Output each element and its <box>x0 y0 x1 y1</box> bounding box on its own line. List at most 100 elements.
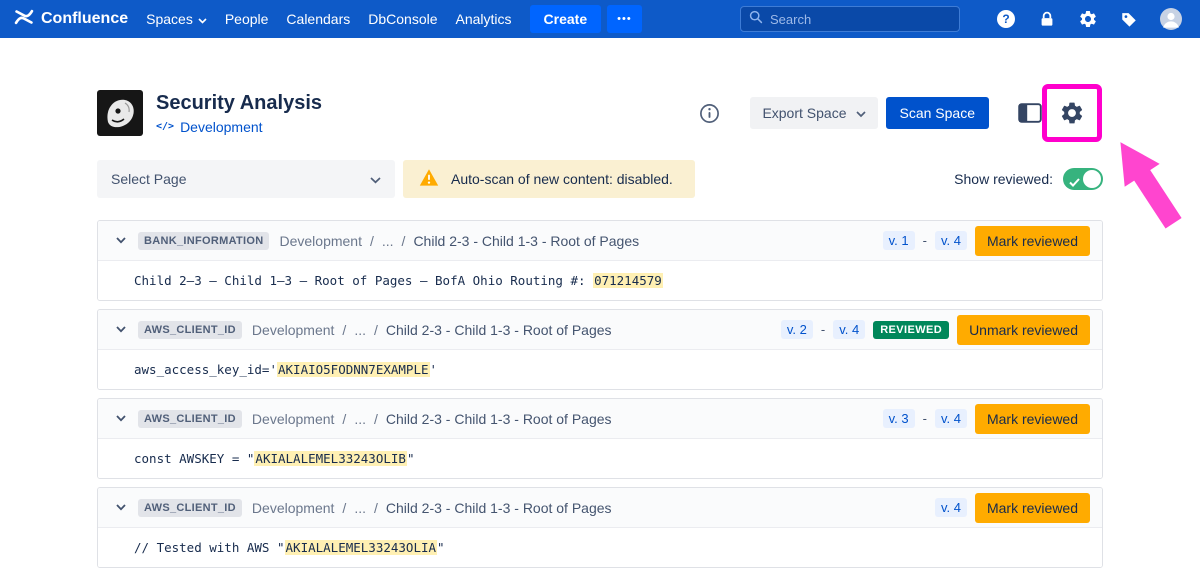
create-button[interactable]: Create <box>530 5 602 33</box>
nav-item-calendars[interactable]: Calendars <box>286 11 350 27</box>
nav-item-dbconsole[interactable]: DbConsole <box>368 11 437 27</box>
finding-actions: v. 1 - v. 4 Mark reviewed <box>883 226 1090 256</box>
header-actions: Export Space Scan Space <box>699 96 1103 130</box>
breadcrumb-ellipsis[interactable]: ... <box>382 233 394 249</box>
findings-list: BANK_INFORMATION Development / ... / Chi… <box>97 220 1103 568</box>
version-separator: - <box>923 411 927 426</box>
breadcrumb-ellipsis[interactable]: ... <box>354 322 366 338</box>
snippet-highlight: AKIAIO5FODNN7EXAMPLE <box>277 362 430 377</box>
finding-header: AWS_CLIENT_ID Development / ... / Child … <box>98 310 1102 350</box>
reviewed-status-badge: REVIEWED <box>873 321 949 339</box>
more-menu-button[interactable]: ••• <box>607 5 642 33</box>
breadcrumb-separator: / <box>342 411 346 427</box>
chevron-down-icon[interactable] <box>114 413 128 424</box>
breadcrumb-space-link[interactable]: Development <box>279 233 362 249</box>
breadcrumb-separator: / <box>374 411 378 427</box>
snippet-text: " <box>437 540 445 555</box>
chevron-down-icon <box>370 171 381 187</box>
nav-item-people[interactable]: People <box>225 11 269 27</box>
breadcrumb-page-link[interactable]: Child 2-3 - Child 1-3 - Root of Pages <box>413 233 639 249</box>
space-link[interactable]: Development <box>180 119 263 135</box>
breadcrumb-ellipsis[interactable]: ... <box>354 500 366 516</box>
main-content: Security Analysis </> Development Export… <box>97 90 1103 568</box>
finding-header: BANK_INFORMATION Development / ... / Chi… <box>98 221 1102 261</box>
chevron-down-icon[interactable] <box>114 235 128 246</box>
version-separator: - <box>821 322 825 337</box>
finding-snippet: const AWSKEY = "AKIALALEMEL33243OLIB" <box>98 439 1102 478</box>
version-from-link[interactable]: v. 1 <box>883 231 915 250</box>
breadcrumb-separator: / <box>374 500 378 516</box>
snippet-highlight: 071214579 <box>593 273 663 288</box>
snippet-text: ' <box>430 362 438 377</box>
version-separator: - <box>923 233 927 248</box>
finding-group-1: BANK_INFORMATION Development / ... / Chi… <box>97 220 1103 301</box>
space-subtitle: </> Development <box>156 119 322 135</box>
mark-reviewed-button[interactable]: Mark reviewed <box>975 226 1090 256</box>
search-input[interactable] <box>770 12 951 27</box>
search-box[interactable] <box>740 6 960 32</box>
version-to-link[interactable]: v. 4 <box>833 320 865 339</box>
snippet-text: Child 2–3 – Child 1–3 – Root of Pages – … <box>134 273 593 288</box>
finding-actions: v. 4 Mark reviewed <box>935 493 1090 523</box>
snippet-text: aws_access_key_id=' <box>134 362 277 377</box>
breadcrumb-page-link[interactable]: Child 2-3 - Child 1-3 - Root of Pages <box>386 500 612 516</box>
warning-icon <box>419 168 439 190</box>
finding-snippet: Child 2–3 – Child 1–3 – Root of Pages – … <box>98 261 1102 300</box>
check-icon <box>1069 174 1080 190</box>
breadcrumb-ellipsis[interactable]: ... <box>354 411 366 427</box>
space-avatar <box>97 90 143 136</box>
mark-reviewed-button[interactable]: Mark reviewed <box>975 493 1090 523</box>
finding-type-badge: AWS_CLIENT_ID <box>138 499 242 517</box>
page-tree-panel-button[interactable] <box>1013 96 1047 130</box>
chevron-down-icon[interactable] <box>114 502 128 513</box>
version-to-link[interactable]: v. 4 <box>935 409 967 428</box>
breadcrumb-space-link[interactable]: Development <box>252 322 335 338</box>
snippet-text: const AWSKEY = " <box>134 451 254 466</box>
mark-reviewed-button[interactable]: Mark reviewed <box>975 404 1090 434</box>
lock-icon[interactable] <box>1038 10 1056 28</box>
tag-icon[interactable] <box>1120 10 1138 28</box>
space-type-code-icon: </> <box>156 121 174 132</box>
export-space-button[interactable]: Export Space <box>750 97 877 129</box>
version-to-link[interactable]: v. 4 <box>935 231 967 250</box>
version-from-link[interactable]: v. 2 <box>781 320 813 339</box>
confluence-logo-icon <box>14 7 34 32</box>
page-header: Security Analysis </> Development Export… <box>97 90 1103 136</box>
svg-text:?: ? <box>1002 12 1009 26</box>
top-nav: Confluence Spaces People Calendars DbCon… <box>0 0 1200 38</box>
nav-item-spaces[interactable]: Spaces <box>146 11 207 27</box>
show-reviewed-label: Show reviewed: <box>954 171 1053 187</box>
nav-icon-group: ? <box>996 8 1182 30</box>
space-settings-gear-wrap <box>1055 96 1089 130</box>
show-reviewed-toggle[interactable] <box>1063 168 1103 190</box>
space-settings-gear-icon[interactable] <box>1055 96 1089 130</box>
chevron-down-icon[interactable] <box>114 324 128 335</box>
finding-header: AWS_CLIENT_ID Development / ... / Child … <box>98 399 1102 439</box>
finding-group-4: AWS_CLIENT_ID Development / ... / Child … <box>97 487 1103 568</box>
scan-space-button[interactable]: Scan Space <box>886 97 990 129</box>
breadcrumb-space-link[interactable]: Development <box>252 411 335 427</box>
snippet-highlight: AKIALALEMEL33243OLIB <box>254 451 407 466</box>
autoscan-warning-banner: Auto-scan of new content: disabled. <box>403 160 695 198</box>
finding-group-2: AWS_CLIENT_ID Development / ... / Child … <box>97 309 1103 390</box>
snippet-text: " <box>407 451 415 466</box>
breadcrumb-page-link[interactable]: Child 2-3 - Child 1-3 - Root of Pages <box>386 411 612 427</box>
confluence-brand[interactable]: Confluence <box>14 7 128 32</box>
breadcrumb: Development / ... / Child 2-3 - Child 1-… <box>252 500 612 516</box>
avatar[interactable] <box>1160 8 1182 30</box>
finding-type-badge: BANK_INFORMATION <box>138 232 269 250</box>
chevron-down-icon <box>198 11 207 27</box>
info-icon[interactable] <box>699 103 720 124</box>
gear-icon[interactable] <box>1078 9 1098 29</box>
nav-item-analytics[interactable]: Analytics <box>456 11 512 27</box>
help-icon[interactable]: ? <box>996 9 1016 29</box>
toolbar: Select Page Auto-scan of new content: di… <box>97 160 1103 198</box>
snippet-text: // Tested with AWS " <box>134 540 285 555</box>
breadcrumb-page-link[interactable]: Child 2-3 - Child 1-3 - Root of Pages <box>386 322 612 338</box>
breadcrumb-space-link[interactable]: Development <box>252 500 335 516</box>
version-from-link[interactable]: v. 3 <box>883 409 915 428</box>
chevron-down-icon <box>856 105 866 121</box>
select-page-dropdown[interactable]: Select Page <box>97 160 395 198</box>
version-from-link[interactable]: v. 4 <box>935 498 967 517</box>
unmark-reviewed-button[interactable]: Unmark reviewed <box>957 315 1090 345</box>
